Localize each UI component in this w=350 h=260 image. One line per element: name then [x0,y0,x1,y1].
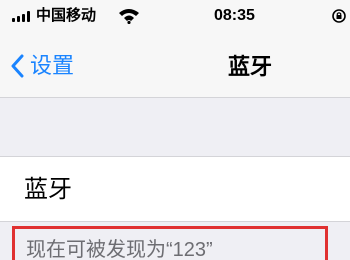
bluetooth-toggle-row[interactable]: 蓝牙 [0,156,350,222]
status-time: 08:35 [214,7,255,24]
page-title: 蓝牙 [227,54,272,79]
navigation-bar: 设置 蓝牙 [0,34,350,98]
section-spacer [0,98,350,156]
bluetooth-label: 蓝牙 [24,176,72,203]
chevron-left-icon [11,54,24,78]
signal-icon [12,11,32,22]
back-label: 设置 [30,53,75,78]
wifi-icon [119,9,139,24]
back-button[interactable]: 设置 [10,50,74,82]
carrier-name: 中国移动 [36,7,97,24]
discoverable-status: 现在可被发现为“123” [26,239,213,260]
status-bar: 中国移动 08:35 [0,0,350,34]
settings-screen: 中国移动 08:35 设置 蓝牙 蓝牙 现在可被发现为“123” [0,0,350,260]
orientation-lock-icon [332,9,346,23]
